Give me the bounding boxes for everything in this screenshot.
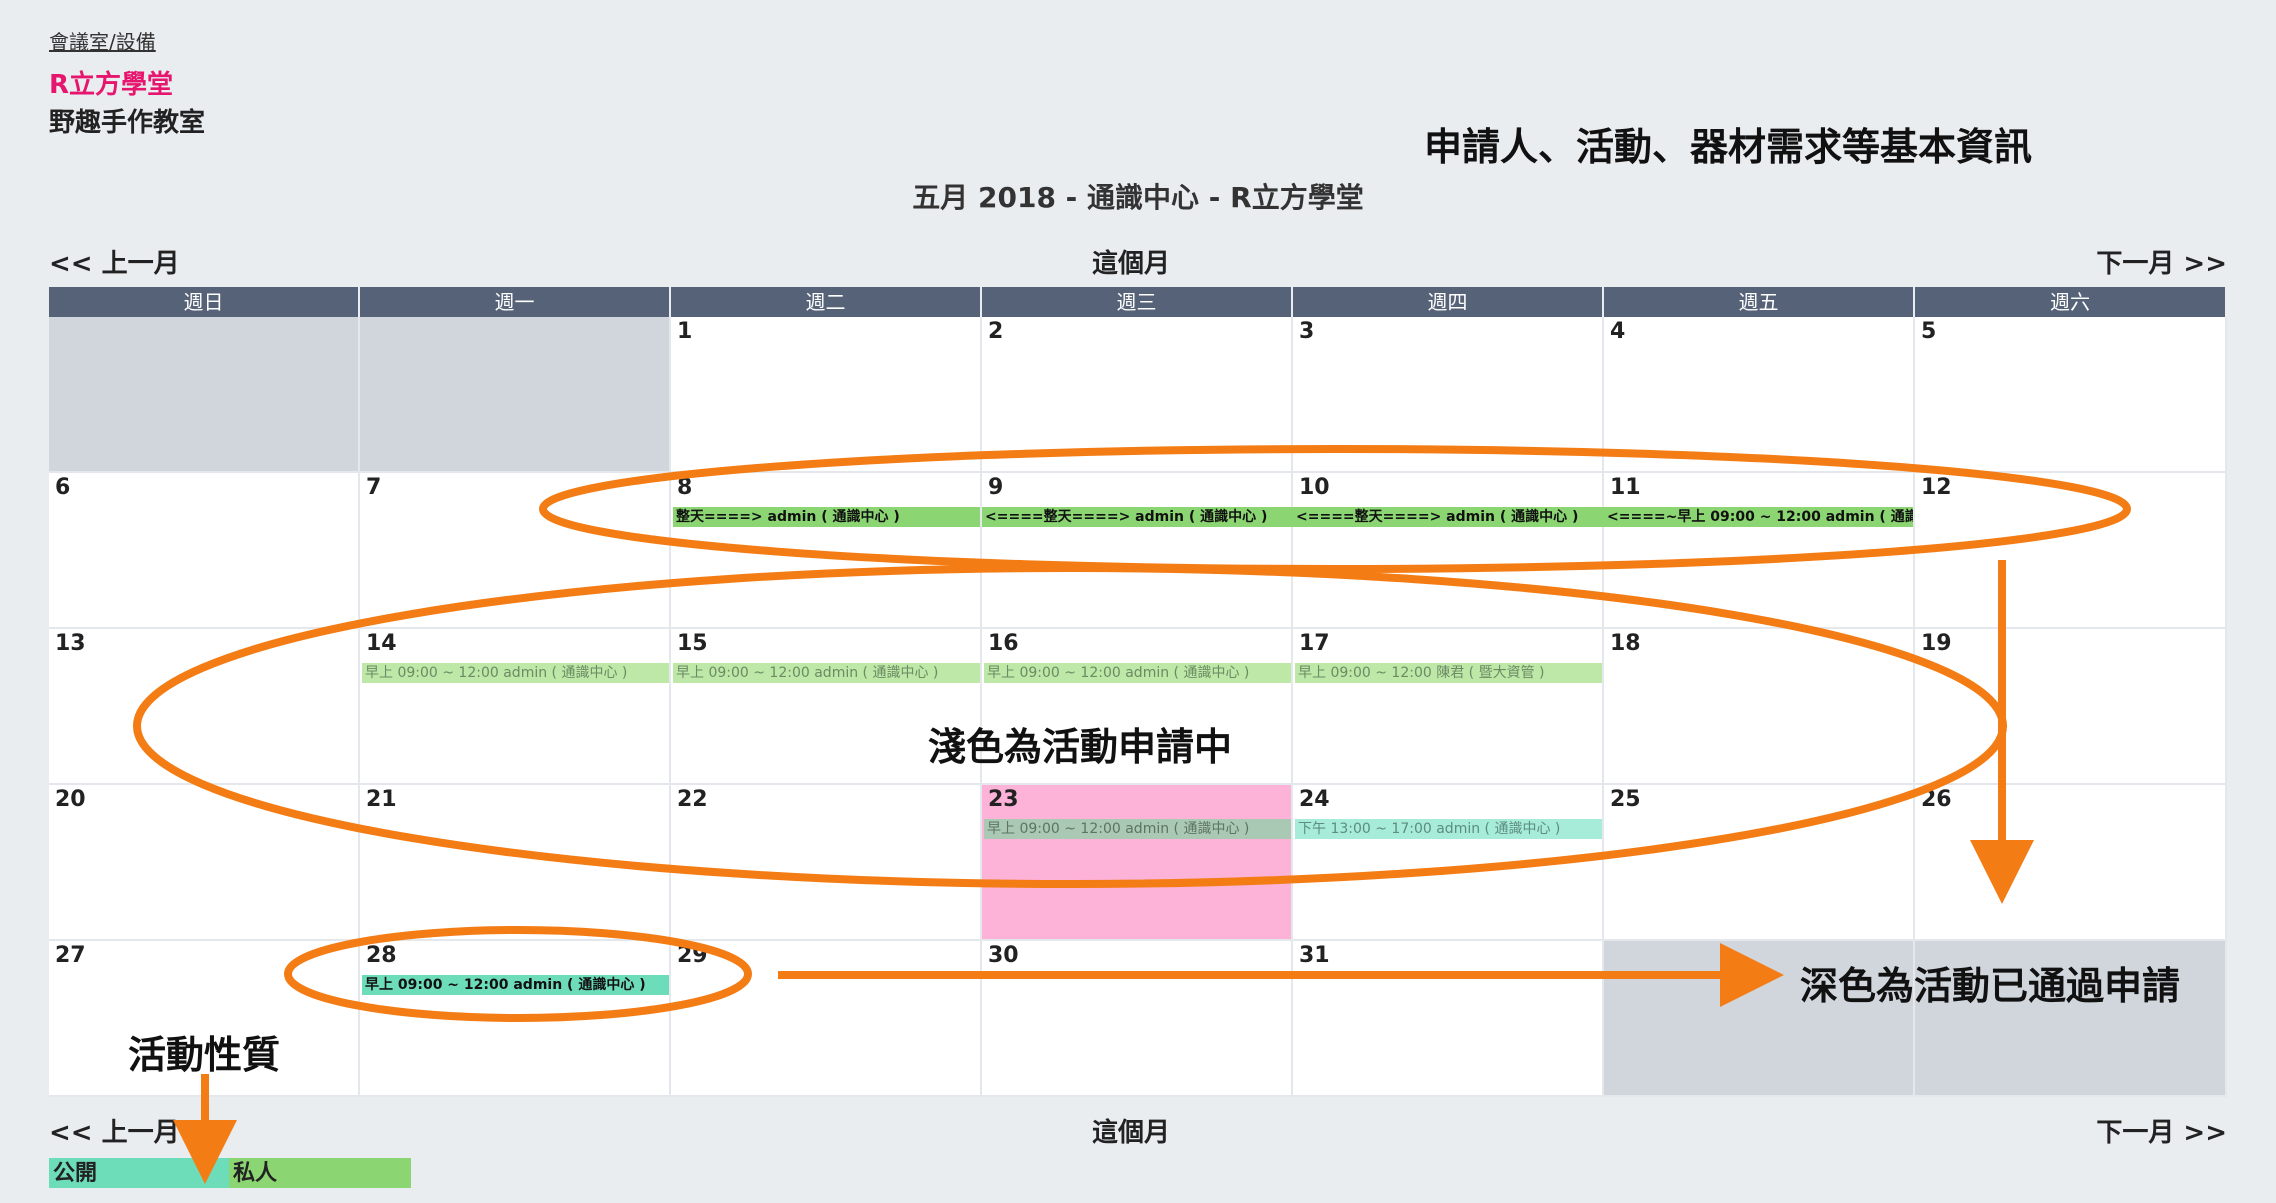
weekday-header: 週三 (982, 287, 1293, 317)
this-month-link[interactable]: 這個月 (1092, 243, 1170, 280)
day-number: 10 (1299, 475, 1330, 500)
legend-public: 公開 (49, 1158, 229, 1188)
weekday-header: 週二 (671, 287, 982, 317)
day-cell[interactable]: 29 (671, 941, 982, 1097)
weekday-header: 週四 (1293, 287, 1604, 317)
day-number: 5 (1921, 319, 1937, 344)
day-cell[interactable]: 25 (1604, 785, 1915, 941)
day-cell[interactable]: 6 (49, 473, 360, 629)
day-number: 7 (366, 475, 382, 500)
day-number: 4 (1610, 319, 1626, 344)
day-number: 22 (677, 787, 708, 812)
weekday-header: 週一 (360, 287, 671, 317)
day-number: 26 (1921, 787, 1952, 812)
event-pending[interactable]: 早上 09:00 ~ 12:00 admin ( 通識中心 ) (362, 663, 669, 683)
event-pending[interactable]: 早上 09:00 ~ 12:00 admin ( 通識中心 ) (984, 663, 1291, 683)
day-cell-empty (49, 317, 360, 473)
room-name: R立方學堂 (49, 70, 174, 100)
day-number: 2 (988, 319, 1004, 344)
weekday-header: 週日 (49, 287, 360, 317)
day-cell-today[interactable]: 23 早上 09:00 ~ 12:00 admin ( 通識中心 ) (982, 785, 1293, 941)
day-number: 1 (677, 319, 693, 344)
day-cell[interactable]: 24 下午 13:00 ~ 17:00 admin ( 通識中心 ) (1293, 785, 1604, 941)
event-pending[interactable]: 下午 13:00 ~ 17:00 admin ( 通識中心 ) (1295, 819, 1602, 839)
prev-month-link-bottom[interactable]: << 上一月 (49, 1112, 180, 1149)
day-cell[interactable]: 17 早上 09:00 ~ 12:00 陳君 ( 暨大資管 ) (1293, 629, 1604, 785)
day-cell[interactable]: 4 (1604, 317, 1915, 473)
day-cell[interactable]: 13 (49, 629, 360, 785)
day-number: 13 (55, 631, 86, 656)
legend-private: 私人 (229, 1158, 411, 1188)
day-number: 29 (677, 943, 708, 968)
event-pending[interactable]: 早上 09:00 ~ 12:00 admin ( 通識中心 ) (673, 663, 980, 683)
annotation-info: 申請人、活動、器材需求等基本資訊 (1424, 125, 2033, 169)
day-number: 24 (1299, 787, 1330, 812)
event-pending[interactable]: 早上 09:00 ~ 12:00 admin ( 通識中心 ) (984, 819, 1291, 839)
day-number: 31 (1299, 943, 1330, 968)
day-cell[interactable]: 22 (671, 785, 982, 941)
day-number: 9 (988, 475, 1004, 500)
day-cell-empty (360, 317, 671, 473)
day-cell[interactable]: 11 <====~早上 09:00 ~ 12:00 admin ( 通識中 (1604, 473, 1915, 629)
day-number: 3 (1299, 319, 1315, 344)
day-cell[interactable]: 8 整天====> admin ( 通識中心 ) (671, 473, 982, 629)
day-cell[interactable]: 7 (360, 473, 671, 629)
breadcrumb[interactable]: 會議室/設備 (49, 26, 156, 55)
day-number: 19 (1921, 631, 1952, 656)
day-number: 6 (55, 475, 71, 500)
weekday-header: 週五 (1604, 287, 1915, 317)
day-cell[interactable]: 20 (49, 785, 360, 941)
day-cell[interactable]: 26 (1915, 785, 2227, 941)
event-approved[interactable]: <====整天====> admin ( 通識中心 ) (1293, 507, 1604, 527)
annotation-pending: 淺色為活動申請中 (928, 725, 1233, 769)
day-number: 12 (1921, 475, 1952, 500)
next-month-link-bottom[interactable]: 下一月 >> (2096, 1112, 2227, 1149)
prev-month-link[interactable]: << 上一月 (49, 243, 180, 280)
day-cell[interactable]: 5 (1915, 317, 2227, 473)
this-month-link-bottom[interactable]: 這個月 (1092, 1112, 1170, 1149)
event-approved[interactable]: <====整天====> admin ( 通識中心 ) (982, 507, 1293, 527)
day-cell[interactable]: 21 (360, 785, 671, 941)
annotation-approved: 深色為活動已通過申請 (1800, 964, 2181, 1008)
day-cell[interactable]: 9 <====整天====> admin ( 通識中心 ) (982, 473, 1293, 629)
day-number: 21 (366, 787, 397, 812)
day-number: 18 (1610, 631, 1641, 656)
day-cell[interactable]: 2 (982, 317, 1293, 473)
day-cell[interactable]: 1 (671, 317, 982, 473)
day-cell[interactable]: 14 早上 09:00 ~ 12:00 admin ( 通識中心 ) (360, 629, 671, 785)
day-cell[interactable]: 3 (1293, 317, 1604, 473)
day-number: 17 (1299, 631, 1330, 656)
day-number: 30 (988, 943, 1019, 968)
day-number: 15 (677, 631, 708, 656)
day-number: 23 (988, 787, 1019, 812)
annotation-nature: 活動性質 (128, 1033, 281, 1077)
day-cell[interactable]: 30 (982, 941, 1293, 1097)
event-pending[interactable]: 早上 09:00 ~ 12:00 陳君 ( 暨大資管 ) (1295, 663, 1602, 683)
day-cell[interactable]: 12 (1915, 473, 2227, 629)
day-cell[interactable]: 19 (1915, 629, 2227, 785)
day-number: 16 (988, 631, 1019, 656)
day-cell[interactable]: 10 <====整天====> admin ( 通識中心 ) (1293, 473, 1604, 629)
day-number: 14 (366, 631, 397, 656)
day-number: 11 (1610, 475, 1641, 500)
day-cell[interactable]: 18 (1604, 629, 1915, 785)
day-number: 28 (366, 943, 397, 968)
next-month-link[interactable]: 下一月 >> (2096, 243, 2227, 280)
event-approved[interactable]: <====~早上 09:00 ~ 12:00 admin ( 通識中 (1604, 507, 1913, 527)
weekday-header: 週六 (1915, 287, 2227, 317)
event-approved[interactable]: 早上 09:00 ~ 12:00 admin ( 通識中心 ) (362, 975, 669, 995)
day-cell[interactable]: 28 早上 09:00 ~ 12:00 admin ( 通識中心 ) (360, 941, 671, 1097)
day-number: 25 (1610, 787, 1641, 812)
event-approved[interactable]: 整天====> admin ( 通識中心 ) (673, 507, 980, 527)
day-number: 20 (55, 787, 86, 812)
calendar-title: 五月 2018 - 通識中心 - R立方學堂 (912, 181, 1364, 214)
day-number: 27 (55, 943, 86, 968)
day-number: 8 (677, 475, 693, 500)
day-cell[interactable]: 31 (1293, 941, 1604, 1097)
room-subtitle: 野趣手作教室 (49, 108, 206, 138)
